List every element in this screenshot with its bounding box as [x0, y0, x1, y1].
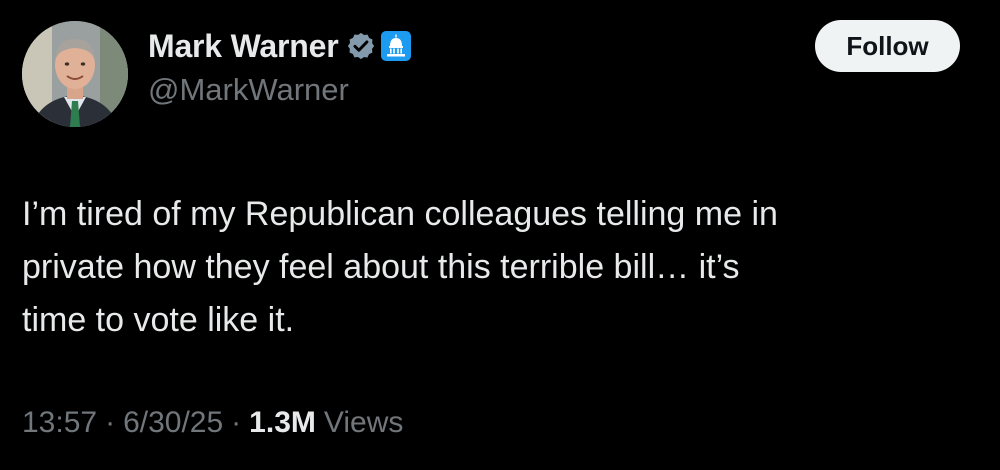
tweet-text: I’m tired of my Republican colleagues te… [22, 195, 778, 339]
views-label: Views [323, 406, 404, 439]
author-name-row: Mark Warner [148, 26, 412, 66]
tweet-meta: 13:57 · 6/30/25 · 1.3M Views [22, 406, 403, 440]
capitol-dome-icon[interactable] [381, 31, 412, 61]
author-handle[interactable]: @MarkWarner [148, 72, 349, 108]
verified-badge-icon[interactable] [346, 31, 376, 61]
avatar[interactable] [22, 21, 128, 127]
avatar-photo [22, 21, 128, 127]
views-count[interactable]: 1.3M [249, 406, 316, 440]
follow-button[interactable]: Follow [815, 20, 960, 72]
tweet-time[interactable]: 13:57 [22, 406, 97, 440]
tweet-date[interactable]: 6/30/25 [123, 406, 223, 440]
meta-separator: · [231, 406, 242, 439]
meta-separator: · [105, 406, 116, 439]
tweet-card: Mark Warner @MarkWarner Follow I’m tired [0, 0, 1000, 470]
author-display-name[interactable]: Mark Warner [148, 28, 339, 65]
